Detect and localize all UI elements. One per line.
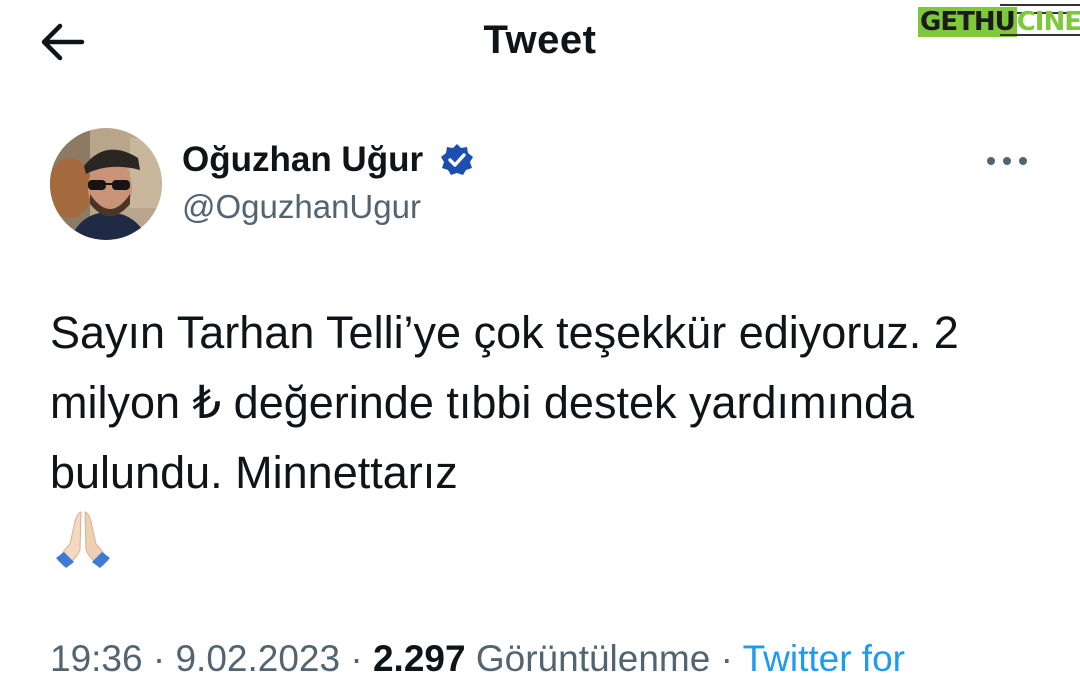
watermark-logo: GETHUCINEMA bbox=[918, 4, 1080, 40]
meta-separator: · bbox=[720, 638, 733, 679]
avatar[interactable] bbox=[50, 128, 162, 240]
tweet-time[interactable]: 19:36 bbox=[50, 638, 143, 679]
more-horizontal-icon bbox=[987, 157, 1027, 165]
folded-hands-emoji-icon bbox=[52, 508, 114, 570]
views-label: Görüntülenme bbox=[475, 638, 711, 679]
film-strip-decoration-bottom bbox=[1000, 34, 1080, 40]
meta-separator: · bbox=[350, 638, 363, 679]
tweet-meta: 19:36 · 9.02.2023 · 2.297 Görüntülenme ·… bbox=[50, 638, 905, 680]
avatar-image bbox=[50, 128, 162, 240]
author-handle[interactable]: @OguzhanUgur bbox=[182, 188, 421, 226]
tweet-date[interactable]: 9.02.2023 bbox=[175, 638, 340, 679]
author-name[interactable]: Oğuzhan Uğur bbox=[182, 140, 423, 180]
more-options-button[interactable] bbox=[984, 146, 1030, 176]
views-count: 2.297 bbox=[372, 638, 466, 679]
watermark-part2: CINEMA bbox=[1016, 7, 1080, 37]
watermark-part1: GETHU bbox=[918, 7, 1017, 37]
tweet-text: Sayın Tarhan Telli’ye çok teşekkür ediyo… bbox=[50, 307, 959, 498]
meta-separator: · bbox=[152, 638, 166, 679]
verified-badge-icon bbox=[440, 143, 474, 177]
source-link[interactable]: Twitter for bbox=[743, 638, 905, 679]
